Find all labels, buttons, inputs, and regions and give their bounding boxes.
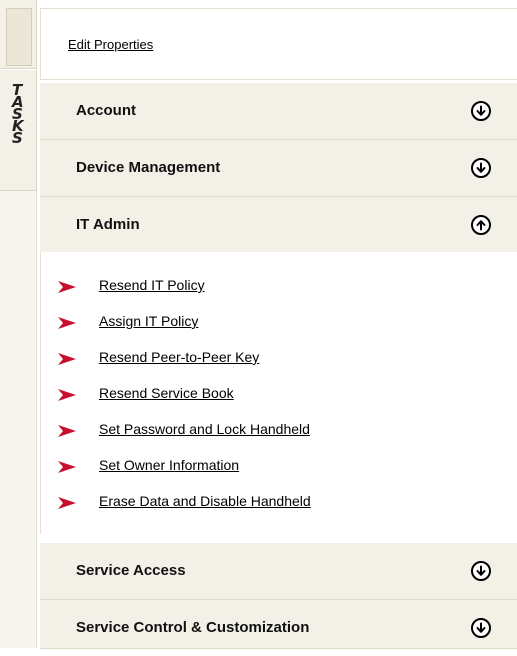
set-owner-information-link[interactable]: Set Owner Information bbox=[99, 457, 239, 473]
section-account-label: Account bbox=[76, 102, 136, 119]
tasks-tab-label: T A S K S bbox=[12, 81, 24, 147]
red-triangle-arrow-icon bbox=[58, 281, 76, 293]
arrow-down-circle-icon[interactable] bbox=[471, 158, 491, 178]
rail-header bbox=[0, 0, 37, 69]
section-service-access[interactable]: Service Access bbox=[40, 543, 517, 600]
resend-service-book-link[interactable]: Resend Service Book bbox=[99, 385, 234, 401]
section-service-access-label: Service Access bbox=[76, 562, 186, 579]
section-device-management[interactable]: Device Management bbox=[40, 140, 517, 197]
edit-properties-link[interactable]: Edit Properties bbox=[68, 37, 153, 52]
set-password-and-lock-handheld-link[interactable]: Set Password and Lock Handheld bbox=[99, 421, 310, 437]
resend-it-policy-link[interactable]: Resend IT Policy bbox=[99, 277, 205, 293]
arrow-down-circle-icon[interactable] bbox=[471, 618, 491, 638]
tasks-tab[interactable]: T A S K S bbox=[0, 70, 37, 191]
arrow-down-circle-icon[interactable] bbox=[471, 561, 491, 581]
section-device-management-label: Device Management bbox=[76, 159, 221, 176]
rail-handle[interactable] bbox=[6, 8, 32, 66]
section-it-admin-label: IT Admin bbox=[76, 216, 140, 233]
assign-it-policy-link[interactable]: Assign IT Policy bbox=[99, 313, 198, 329]
tasks-panel: Edit Properties Account Device Managemen… bbox=[40, 0, 517, 649]
red-triangle-arrow-icon bbox=[58, 497, 76, 509]
edit-properties-box: Edit Properties bbox=[40, 8, 517, 80]
section-service-control-customization[interactable]: Service Control & Customization bbox=[40, 600, 517, 649]
arrow-up-circle-icon[interactable] bbox=[471, 215, 491, 235]
section-account[interactable]: Account bbox=[40, 83, 517, 140]
red-triangle-arrow-icon bbox=[58, 425, 76, 437]
red-triangle-arrow-icon bbox=[58, 461, 76, 473]
section-it-admin[interactable]: IT Admin bbox=[40, 197, 517, 254]
resend-peer-to-peer-key-link[interactable]: Resend Peer-to-Peer Key bbox=[99, 349, 259, 365]
red-triangle-arrow-icon bbox=[58, 317, 76, 329]
it-admin-task-list-panel: Resend IT Policy Assign IT Policy Resend… bbox=[40, 252, 517, 534]
arrow-down-circle-icon[interactable] bbox=[471, 101, 491, 121]
red-triangle-arrow-icon bbox=[58, 353, 76, 365]
rail-background bbox=[0, 191, 37, 648]
red-triangle-arrow-icon bbox=[58, 389, 76, 401]
erase-data-and-disable-handheld-link[interactable]: Erase Data and Disable Handheld bbox=[99, 493, 311, 509]
